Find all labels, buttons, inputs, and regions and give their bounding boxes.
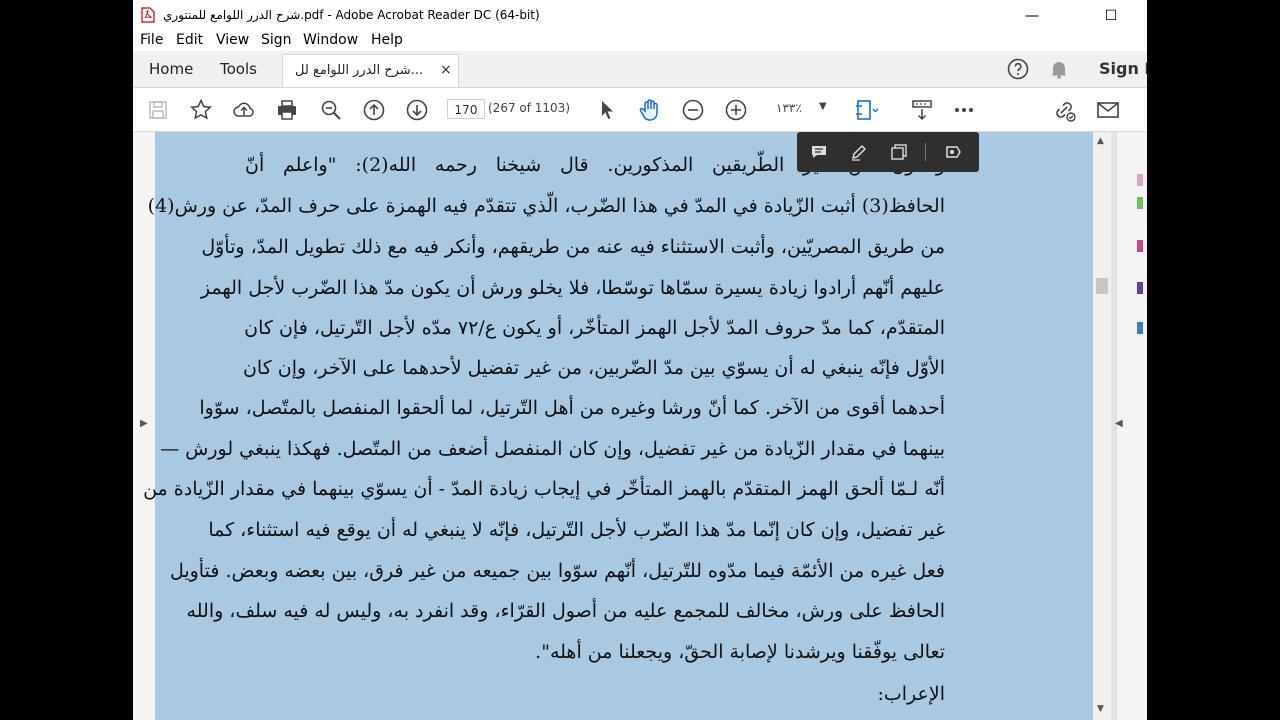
text-line: الحافظ(3) أثبت الزّيادة في المدّ في هذا …	[147, 195, 945, 217]
minimize-button[interactable]: —	[1009, 0, 1055, 31]
email-icon[interactable]	[1095, 97, 1121, 123]
pdf-file-icon	[141, 7, 155, 23]
main-toolbar: 170 (267 of 1103) ١٣٣٪ ▼	[133, 88, 1147, 132]
scroll-up-icon[interactable]: ▲	[1097, 136, 1104, 146]
window-title: شرح الدرر اللوامع للمنتوري.pdf - Adobe A…	[163, 8, 540, 22]
tool-strip-marker[interactable]	[1137, 197, 1143, 209]
text-line: الأوّل فإنّه ينبغي له أن يسوّي بين مدّ ا…	[242, 357, 945, 379]
document-tab-label: شرح الدرر اللوامع لل...	[295, 63, 424, 78]
close-tab-button[interactable]: ×	[440, 62, 452, 78]
convert-icon[interactable]	[943, 142, 963, 162]
left-panel-toggle[interactable]: ▶	[133, 132, 156, 720]
page-down-icon[interactable]	[404, 97, 430, 123]
text-line: عليهم أنّهم أرادوا زيادة يسيرة سمّاها تو…	[200, 277, 945, 299]
comment-quick-toolbar	[797, 132, 979, 172]
acrobat-window: شرح الدرر اللوامع للمنتوري.pdf - Adobe A…	[133, 0, 1147, 720]
menu-view[interactable]: View	[216, 32, 249, 48]
pdf-page: وقالون من غير الطّريقين المذكورين. قال ش…	[143, 132, 1093, 720]
toolbar-divider	[925, 143, 926, 161]
title-bar: شرح الدرر اللوامع للمنتوري.pdf - Adobe A…	[133, 0, 1147, 31]
tool-strip-marker[interactable]	[1137, 174, 1143, 186]
vertical-scrollbar[interactable]: ▲ ▼	[1093, 132, 1111, 720]
zoom-in-icon[interactable]	[723, 97, 749, 123]
text-line: الحافظ على ورش، مخالف للمجمع عليه من أصو…	[186, 600, 945, 622]
tab-home[interactable]: Home	[149, 60, 193, 78]
more-icon[interactable]	[951, 97, 977, 123]
page-fit-icon[interactable]	[853, 97, 879, 123]
menu-help[interactable]: Help	[371, 32, 403, 48]
copy-icon[interactable]	[889, 142, 909, 162]
page-number-input[interactable]: 170	[447, 99, 485, 119]
save-icon[interactable]	[145, 97, 171, 123]
scroll-thumb[interactable]	[1096, 278, 1108, 294]
text-line: بينهما في مقدار الزّيادة من غير تفضيل، و…	[160, 438, 945, 460]
text-line: أنّه لـمّا ألحق الهمز المتقدّم بالهمز ال…	[143, 478, 945, 500]
tool-strip-marker[interactable]	[1137, 282, 1143, 294]
highlight-pen-icon[interactable]	[849, 142, 869, 162]
scroll-mode-icon[interactable]	[909, 97, 935, 123]
tab-bar: Home Tools شرح الدرر اللوامع لل... × Sig…	[133, 51, 1147, 88]
menu-window[interactable]: Window	[303, 32, 358, 48]
tab-document[interactable]: شرح الدرر اللوامع لل... ×	[282, 54, 459, 87]
bookmark-star-icon[interactable]	[188, 97, 214, 123]
print-icon[interactable]	[274, 97, 300, 123]
text-line: من طريق المصريّين، وأثبت الاستثناء فيه ع…	[201, 236, 945, 258]
menu-sign[interactable]: Sign	[261, 32, 292, 48]
tool-strip-marker[interactable]	[1137, 240, 1143, 252]
tool-strip-marker[interactable]	[1137, 322, 1143, 334]
text-line: المتقدّم، كما مدّ حروف المدّ لأجل الهمز …	[244, 317, 945, 339]
scroll-down-icon[interactable]: ▼	[1097, 704, 1104, 714]
text-line: غير تفضيل، وإن كان إنّما مدّ هذا الضّرب …	[208, 519, 945, 541]
text-line: فعل غيره من الأئمّة فيما مدّوه للتّرتيل،…	[169, 560, 945, 582]
menu-file[interactable]: File	[140, 32, 163, 48]
right-tools-pane: ◀	[1115, 132, 1147, 720]
menu-bar: File Edit View Sign Window Help	[133, 31, 1147, 51]
share-link-icon[interactable]	[1051, 97, 1077, 123]
zoom-level-field[interactable]: ١٣٣٪	[776, 101, 802, 115]
page-up-icon[interactable]	[361, 97, 387, 123]
expand-left-icon[interactable]: ▶	[140, 418, 148, 429]
sign-in-button[interactable]: Sign In	[1099, 59, 1147, 78]
select-cursor-icon[interactable]	[594, 97, 620, 123]
hand-tool-icon[interactable]	[637, 97, 663, 123]
tab-tools[interactable]: Tools	[220, 60, 257, 78]
notification-bell-icon[interactable]	[1047, 57, 1071, 81]
page-count: (267 of 1103)	[488, 101, 571, 115]
collapse-right-icon[interactable]: ◀	[1115, 418, 1123, 429]
maximize-button[interactable]: ☐	[1088, 0, 1134, 31]
search-zoom-icon[interactable]	[318, 97, 344, 123]
comment-icon[interactable]	[809, 142, 829, 162]
section-heading: الإعراب:	[877, 683, 945, 705]
help-icon[interactable]	[1006, 57, 1030, 81]
zoom-dropdown-icon[interactable]: ▼	[819, 101, 827, 112]
text-line: أحدهما أقوى من الآخر. كما أنّ ورشا وغيره…	[199, 397, 945, 419]
upload-icon[interactable]	[231, 97, 257, 123]
menu-edit[interactable]: Edit	[176, 32, 203, 48]
zoom-out-icon[interactable]	[680, 97, 706, 123]
text-line: تعالى يوفّقنا ويرشدنا لإصابة الحقّ، ويجع…	[535, 641, 945, 663]
